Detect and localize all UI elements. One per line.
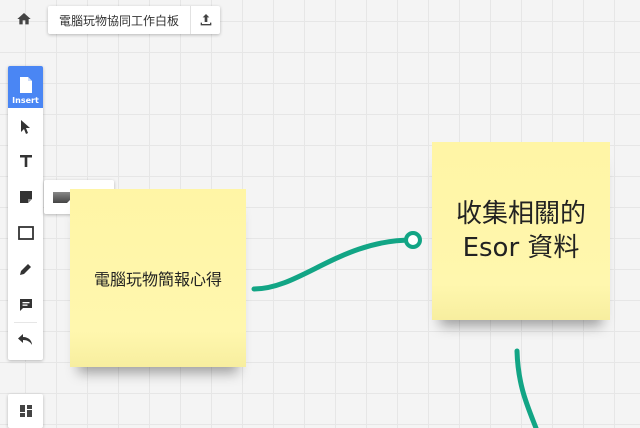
sticky-note-text: 收集相關的 Esor 資料: [456, 197, 586, 265]
connector-line-down[interactable]: [514, 348, 539, 428]
text-icon: [19, 155, 32, 167]
left-toolbar: Insert: [8, 66, 43, 360]
toolbar-divider: [14, 322, 37, 323]
sticky-note[interactable]: 收集相關的 Esor 資料: [432, 142, 610, 320]
sticky-note-text: 電腦玩物簡報心得: [93, 270, 222, 289]
insert-button[interactable]: Insert: [8, 66, 43, 108]
sticky-flat-icon: [52, 192, 71, 203]
home-icon: [17, 13, 31, 25]
home-button[interactable]: [8, 6, 40, 32]
layout-button[interactable]: [8, 394, 43, 428]
select-tool[interactable]: [8, 112, 43, 142]
pen-icon: [19, 264, 31, 275]
sticky-note-line: 收集相關的: [455, 199, 586, 229]
insert-label: Insert: [12, 96, 39, 105]
sticky-note-tool[interactable]: [8, 182, 43, 212]
undo-icon: [17, 334, 32, 345]
upload-icon: [200, 14, 212, 26]
sticky-note-line: Esor 資料: [462, 233, 580, 263]
text-tool[interactable]: [8, 146, 43, 176]
pen-tool[interactable]: [8, 254, 43, 284]
sticky-flat-option[interactable]: [52, 190, 72, 204]
document-icon: [19, 77, 32, 93]
sticky-note[interactable]: 電腦玩物簡報心得: [70, 189, 246, 367]
comment-icon: [19, 299, 32, 311]
connector-end-handle[interactable]: [404, 231, 422, 249]
share-button[interactable]: [190, 6, 221, 34]
rectangle-tool[interactable]: [8, 218, 43, 248]
undo-button[interactable]: [8, 326, 43, 356]
connector-line[interactable]: [251, 237, 415, 292]
comment-tool[interactable]: [8, 290, 43, 320]
cursor-icon: [20, 120, 30, 134]
sticky-note-icon: [19, 191, 32, 203]
dashboard-icon: [19, 405, 32, 417]
board-title[interactable]: 電腦玩物協同工作白板: [48, 6, 190, 34]
rectangle-icon: [17, 226, 34, 240]
